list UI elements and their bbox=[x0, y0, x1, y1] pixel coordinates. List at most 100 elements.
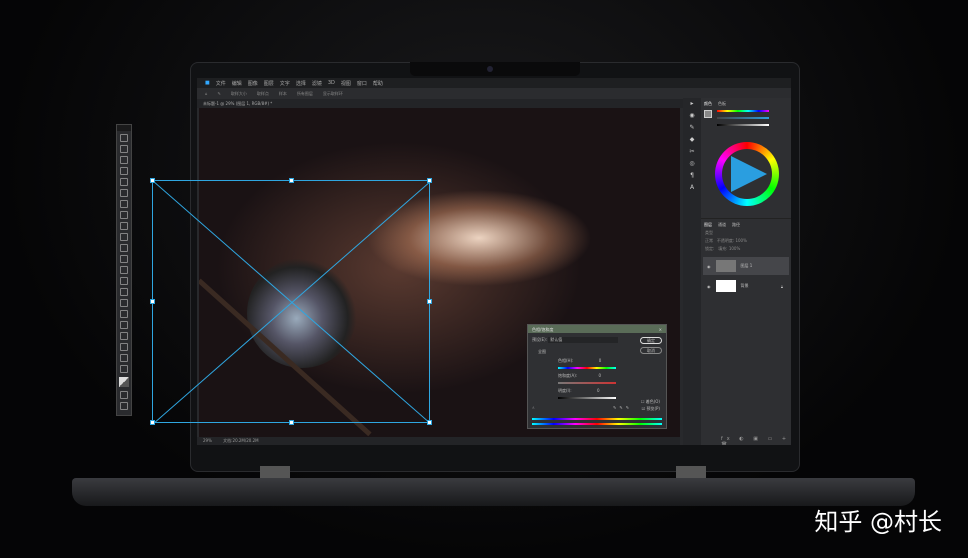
lock-icon: 🔒︎ bbox=[780, 283, 783, 289]
close-icon[interactable]: × bbox=[659, 327, 662, 332]
dialog-title: 色相/饱和度 bbox=[532, 327, 554, 332]
hue-spectrum-bar bbox=[532, 423, 662, 425]
screen-mode-icon[interactable] bbox=[120, 402, 128, 410]
transform-handle[interactable] bbox=[150, 178, 155, 183]
eraser-tool-icon[interactable] bbox=[120, 255, 128, 263]
saturation-value[interactable]: 0 bbox=[599, 373, 602, 378]
history-brush-icon[interactable] bbox=[120, 244, 128, 252]
marquee-tool-icon[interactable] bbox=[120, 145, 128, 153]
tab-layers[interactable]: 图层 bbox=[704, 222, 712, 228]
transform-bounding-box[interactable] bbox=[150, 178, 432, 425]
eyedropper-tool-icon[interactable] bbox=[120, 200, 128, 208]
saturation-slider[interactable] bbox=[717, 117, 769, 119]
ok-button[interactable]: 确定 bbox=[640, 337, 662, 344]
eyedropper-icon[interactable]: ✎ bbox=[218, 91, 221, 96]
menu-type[interactable]: 文字 bbox=[280, 80, 290, 87]
zoom-level[interactable]: 29% bbox=[203, 438, 212, 443]
lightness-slider[interactable] bbox=[558, 397, 616, 399]
lasso-tool-icon[interactable] bbox=[120, 156, 128, 164]
right-panels: 颜色 色板 图层 通道 路径 类型 正常 不透明度: 100% 锁定: 填充: … bbox=[701, 98, 791, 445]
lightness-value[interactable]: 0 bbox=[597, 388, 600, 393]
transform-handle[interactable] bbox=[150, 299, 155, 304]
crop-tool-icon[interactable] bbox=[120, 178, 128, 186]
hue-value[interactable]: 0 bbox=[599, 358, 602, 363]
home-icon[interactable]: ⌂ bbox=[205, 91, 208, 96]
transform-handle[interactable] bbox=[289, 178, 294, 183]
fill-value[interactable]: 100% bbox=[729, 246, 740, 251]
opacity-label: 不透明度: bbox=[716, 238, 735, 243]
tab-color[interactable]: 颜色 bbox=[704, 101, 712, 107]
stamp-tool-icon[interactable] bbox=[120, 233, 128, 241]
eye-icon[interactable]: ◉ bbox=[707, 264, 711, 269]
panel-icons[interactable]: ▸ ◉ ✎ ◆ ✂ ◎ ¶ A bbox=[683, 98, 701, 194]
saturation-label: 饱和度(A): bbox=[558, 373, 578, 378]
menu-edit[interactable]: 编辑 bbox=[232, 80, 242, 87]
tab-swatches[interactable]: 色板 bbox=[718, 101, 726, 107]
transform-handle[interactable] bbox=[289, 420, 294, 425]
sample-size-label: 取样大小 bbox=[230, 91, 247, 96]
eye-icon[interactable]: ◉ bbox=[707, 284, 711, 289]
frame-tool-icon[interactable] bbox=[120, 189, 128, 197]
menu-select[interactable]: 选择 bbox=[296, 80, 306, 87]
eyedropper-icons[interactable]: ✎✎✎ bbox=[613, 405, 632, 410]
hand-adjust-icon[interactable]: ☝ bbox=[532, 405, 534, 410]
move-tool-icon[interactable] bbox=[120, 134, 128, 142]
transform-handle[interactable] bbox=[150, 420, 155, 425]
blend-mode-select[interactable]: 正常 bbox=[705, 238, 713, 243]
menu-3d[interactable]: 3D bbox=[328, 80, 335, 86]
show-ring-checkbox[interactable]: 显示取样环 bbox=[323, 91, 343, 96]
hinge bbox=[676, 466, 706, 478]
lightness-label: 明度(I): bbox=[558, 388, 572, 393]
more-tools-icon[interactable] bbox=[120, 365, 128, 373]
hand-tool-icon[interactable] bbox=[120, 343, 128, 351]
menu-file[interactable]: 文件 bbox=[216, 80, 226, 87]
quick-mask-icon[interactable] bbox=[120, 391, 128, 399]
brush-tool-icon[interactable] bbox=[120, 222, 128, 230]
quick-select-tool-icon[interactable] bbox=[120, 167, 128, 175]
preset-select[interactable]: 默认值 bbox=[548, 337, 619, 343]
sample-size-select[interactable]: 取样点 bbox=[257, 91, 269, 96]
menu-view[interactable]: 视图 bbox=[341, 80, 351, 87]
dialog-title-bar: 色相/饱和度 × bbox=[528, 325, 666, 333]
color-wheel[interactable] bbox=[715, 142, 779, 206]
zoom-tool-icon[interactable] bbox=[120, 354, 128, 362]
healing-tool-icon[interactable] bbox=[120, 211, 128, 219]
layer-kind-filter[interactable]: 类型 bbox=[705, 230, 713, 235]
layer-row[interactable]: ◉ 图层 1 bbox=[703, 257, 789, 275]
transform-handle[interactable] bbox=[427, 420, 432, 425]
dodge-tool-icon[interactable] bbox=[120, 288, 128, 296]
foreground-swatch[interactable] bbox=[704, 110, 712, 118]
path-select-icon[interactable] bbox=[120, 321, 128, 329]
hue-label: 色相(H): bbox=[558, 358, 574, 363]
menu-window[interactable]: 窗口 bbox=[357, 80, 367, 87]
ps-logo-icon: ■ bbox=[205, 80, 210, 86]
layer-row[interactable]: ◉ 背景 🔒︎ bbox=[703, 277, 789, 295]
menu-filter[interactable]: 滤镜 bbox=[312, 80, 322, 87]
opacity-value[interactable]: 100% bbox=[735, 238, 746, 243]
hue-slider[interactable] bbox=[717, 110, 769, 112]
saturation-slider[interactable] bbox=[558, 382, 616, 384]
gradient-tool-icon[interactable] bbox=[120, 266, 128, 274]
transform-handle[interactable] bbox=[427, 178, 432, 183]
cancel-button[interactable]: 取消 bbox=[640, 347, 662, 354]
menu-image[interactable]: 图像 bbox=[248, 80, 258, 87]
layer-actions[interactable]: fx ◐ ▣ ▭ + 🗑︎ bbox=[721, 436, 791, 445]
pen-tool-icon[interactable] bbox=[120, 299, 128, 307]
transform-diagonals bbox=[153, 181, 431, 424]
watermark: 知乎 @村长 bbox=[814, 508, 942, 536]
channel-select[interactable]: 全图 bbox=[538, 349, 546, 355]
menu-help[interactable]: 帮助 bbox=[373, 80, 383, 87]
type-tool-icon[interactable] bbox=[120, 310, 128, 318]
tab-channels[interactable]: 通道 bbox=[718, 222, 726, 228]
transform-handle[interactable] bbox=[427, 299, 432, 304]
hue-slider[interactable] bbox=[558, 367, 616, 369]
blur-tool-icon[interactable] bbox=[120, 277, 128, 285]
color-swatches[interactable] bbox=[119, 377, 129, 387]
tab-paths[interactable]: 路径 bbox=[732, 222, 740, 228]
brightness-slider[interactable] bbox=[717, 124, 769, 126]
shape-tool-icon[interactable] bbox=[120, 332, 128, 340]
color-triangle[interactable] bbox=[731, 156, 767, 192]
sample-select[interactable]: 所有图层 bbox=[297, 91, 313, 96]
tools-panel bbox=[116, 124, 132, 416]
menu-layer[interactable]: 图层 bbox=[264, 80, 274, 87]
